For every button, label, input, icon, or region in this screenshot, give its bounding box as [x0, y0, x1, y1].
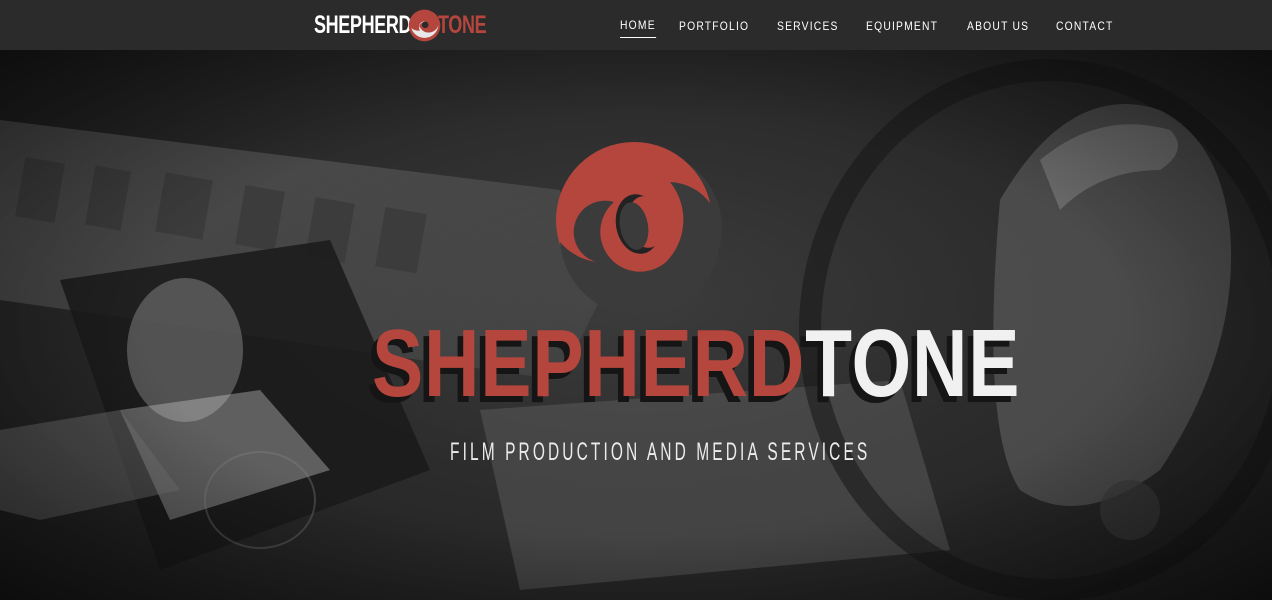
brand-name-second: TONE [438, 10, 487, 39]
hero-title-first: SHEPHERD [372, 310, 806, 417]
top-navbar: SHEPHERD TONE HOME PORTFOLIO SERVICES EQ… [0, 0, 1272, 50]
hero-swirl-logo-icon [556, 142, 722, 312]
hero-title: SHEPHERDTONE [372, 316, 1020, 412]
page: SHEPHERD TONE HOME PORTFOLIO SERVICES EQ… [0, 0, 1272, 600]
hero-title-second: TONE [805, 310, 1021, 417]
swirl-logo-icon [408, 9, 441, 42]
brand-logo-link[interactable]: SHEPHERD TONE [314, 8, 487, 42]
hero-tagline: FILM PRODUCTION AND MEDIA SERVICES [450, 438, 871, 466]
main-nav: HOME PORTFOLIO SERVICES EQUIPMENT ABOUT … [620, 0, 1140, 50]
brand-name-first: SHEPHERD [314, 10, 412, 39]
nav-item-equipment[interactable]: EQUIPMENT [866, 13, 938, 38]
nav-item-about-us[interactable]: ABOUT US [967, 13, 1029, 38]
nav-item-portfolio[interactable]: PORTFOLIO [679, 13, 749, 38]
hero-section: SHEPHERDTONE FILM PRODUCTION AND MEDIA S… [0, 50, 1272, 600]
nav-item-home[interactable]: HOME [620, 12, 656, 38]
nav-item-contact[interactable]: CONTACT [1056, 13, 1114, 38]
nav-item-services[interactable]: SERVICES [777, 13, 839, 38]
